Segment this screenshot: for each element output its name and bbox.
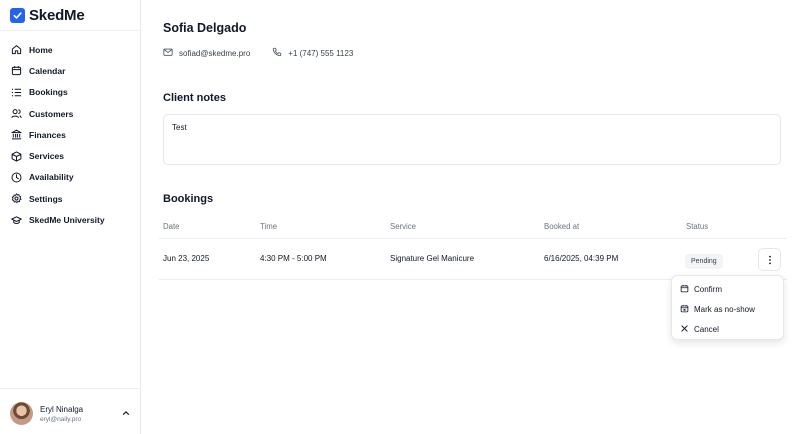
sidebar: SkedMe Home Calendar Bookings Customers — [0, 0, 141, 434]
client-contact: sofiad@skedme.pro +1 (747) 555 1123 — [163, 47, 353, 59]
column-header-status: Status — [686, 222, 709, 231]
main-content: Sofia Delgado sofiad@skedme.pro +1 (747)… — [141, 0, 800, 434]
client-phone[interactable]: +1 (747) 555 1123 — [272, 47, 353, 59]
sidebar-item-label: Availability — [29, 172, 74, 183]
calendar-check-icon — [680, 284, 689, 295]
client-email-text: sofiad@skedme.pro — [179, 48, 251, 58]
column-header-date: Date — [163, 222, 180, 231]
booking-time: 4:30 PM - 5:00 PM — [260, 254, 327, 263]
sidebar-item-university[interactable]: SkedMe University — [0, 209, 141, 230]
client-notes-title: Client notes — [163, 92, 226, 104]
client-notes-text: Test — [172, 123, 187, 132]
menu-item-confirm[interactable]: Confirm — [672, 279, 783, 299]
row-actions-menu: Confirm Mark as no-show Cancel — [671, 275, 784, 340]
row-actions-button[interactable] — [758, 248, 781, 271]
user-info: Eryl Ninalga eryl@naily.pro — [40, 405, 83, 423]
clock-icon — [11, 172, 22, 183]
gear-icon — [11, 193, 22, 204]
menu-item-mark-no-show[interactable]: Mark as no-show — [672, 299, 783, 319]
sidebar-item-label: Calendar — [29, 65, 66, 76]
column-header-service: Service — [390, 222, 416, 231]
chevron-up-icon[interactable] — [120, 407, 132, 419]
user-email: eryl@naily.pro — [40, 415, 82, 423]
list-icon — [11, 87, 22, 98]
sidebar-item-label: Customers — [29, 108, 74, 119]
sidebar-item-label: SkedMe University — [29, 215, 105, 226]
booking-date: Jun 23, 2025 — [163, 254, 210, 263]
phone-icon — [272, 47, 282, 59]
sidebar-item-calendar[interactable]: Calendar — [0, 60, 141, 81]
logo-icon — [10, 7, 25, 23]
client-notes-field[interactable]: Test — [163, 114, 781, 165]
bookings-table-header: Date Time Service Booked at Status — [163, 222, 787, 238]
sidebar-item-bookings[interactable]: Bookings — [0, 82, 141, 103]
sidebar-item-label: Home — [29, 44, 53, 55]
bank-icon — [11, 129, 22, 140]
booking-booked-at: 6/16/2025, 04:39 PM — [544, 254, 619, 263]
column-header-time: Time — [260, 222, 278, 231]
menu-item-label: Confirm — [694, 284, 723, 294]
sidebar-item-label: Finances — [29, 129, 66, 140]
calendar-icon — [11, 65, 22, 76]
users-icon — [11, 108, 22, 119]
booking-service: Signature Gel Manicure — [390, 254, 475, 263]
divider — [159, 238, 787, 239]
sidebar-item-label: Bookings — [29, 87, 68, 98]
brand[interactable]: SkedMe — [10, 6, 85, 24]
calendar-x-icon — [680, 304, 689, 315]
more-vertical-icon — [768, 255, 771, 264]
menu-item-cancel[interactable]: Cancel — [672, 319, 783, 339]
sidebar-item-finances[interactable]: Finances — [0, 124, 141, 145]
sidebar-nav: Home Calendar Bookings Customers Finance… — [0, 39, 141, 231]
user-name: Eryl Ninalga — [40, 404, 84, 414]
home-icon — [11, 44, 22, 55]
client-phone-text: +1 (747) 555 1123 — [288, 48, 354, 58]
sidebar-item-customers[interactable]: Customers — [0, 103, 141, 124]
divider — [0, 388, 141, 389]
box-icon — [11, 151, 22, 162]
page-title: Sofia Delgado — [163, 21, 247, 35]
mail-icon — [163, 47, 173, 59]
column-header-booked-at: Booked at — [544, 222, 580, 231]
client-email[interactable]: sofiad@skedme.pro — [163, 47, 250, 59]
sidebar-item-availability[interactable]: Availability — [0, 167, 141, 188]
avatar — [10, 402, 33, 425]
menu-item-label: Cancel — [694, 324, 719, 334]
divider — [0, 30, 141, 31]
close-icon — [680, 324, 689, 335]
table-row[interactable]: Jun 23, 2025 4:30 PM - 5:00 PM Signature… — [163, 254, 787, 269]
sidebar-item-settings[interactable]: Settings — [0, 188, 141, 209]
brand-name: SkedMe — [29, 6, 85, 24]
sidebar-item-home[interactable]: Home — [0, 39, 141, 60]
bookings-title: Bookings — [163, 193, 214, 205]
sidebar-item-label: Settings — [29, 193, 63, 204]
user-menu[interactable]: Eryl Ninalga eryl@naily.pro — [10, 402, 132, 425]
graduation-cap-icon — [11, 215, 22, 226]
sidebar-item-services[interactable]: Services — [0, 145, 141, 166]
menu-item-label: Mark as no-show — [694, 304, 755, 314]
status-badge: Pending — [685, 254, 723, 269]
sidebar-item-label: Services — [29, 151, 64, 162]
